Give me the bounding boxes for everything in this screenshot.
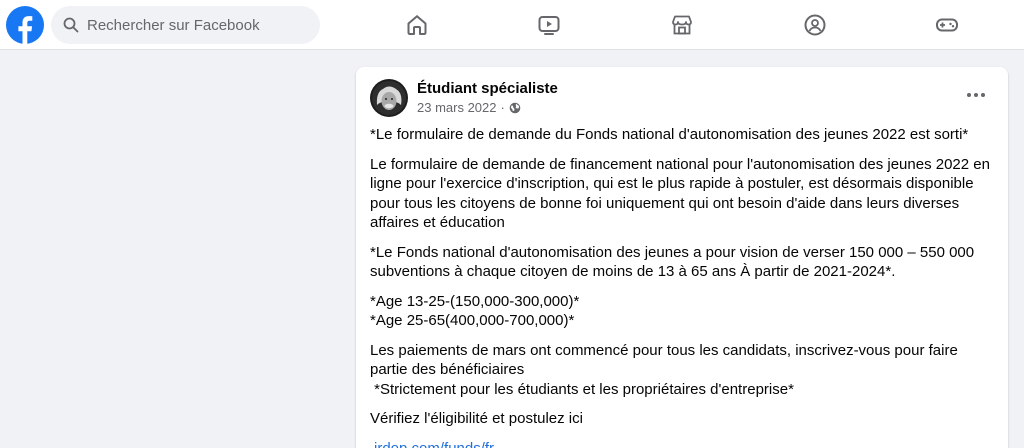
marketplace-icon[interactable]	[670, 13, 694, 37]
post-meta: 23 mars 2022 ·	[417, 100, 521, 115]
search-input[interactable]	[87, 16, 307, 34]
groups-icon[interactable]	[803, 13, 827, 37]
search-box[interactable]	[51, 6, 320, 44]
post-date[interactable]: 23 mars 2022	[417, 100, 497, 115]
author-avatar[interactable]	[370, 79, 408, 117]
post-paragraph: Les paiements de mars ont commencé pour …	[370, 341, 958, 398]
more-options-icon[interactable]	[962, 85, 990, 105]
facebook-logo-icon[interactable]	[6, 6, 44, 44]
top-navigation-bar	[0, 0, 1024, 50]
post-paragraph: *Le Fonds national d'autonomisation des …	[370, 243, 979, 281]
post-paragraph: Vérifiez l'éligibilité et postulez ici	[370, 410, 583, 427]
search-icon	[63, 17, 79, 33]
gaming-icon[interactable]	[935, 13, 959, 37]
post-paragraph: Le formulaire de demande de financement …	[370, 155, 995, 232]
post-paragraph: *Le formulaire de demande du Fonds natio…	[370, 126, 969, 143]
post-paragraph: *Age 13-25-(150,000-300,000)* *Age 25-65…	[370, 292, 580, 330]
post-body: *Le formulaire de demande du Fonds natio…	[370, 125, 994, 448]
watch-icon[interactable]	[537, 13, 561, 37]
post-card: Étudiant spécialiste 23 mars 2022 · *Le …	[356, 67, 1008, 448]
globe-icon	[509, 102, 521, 114]
home-icon[interactable]	[405, 13, 429, 37]
post-link[interactable]: irdop.com/funds/fr	[374, 439, 494, 448]
meta-separator: ·	[500, 100, 505, 115]
author-name[interactable]: Étudiant spécialiste	[417, 80, 558, 97]
